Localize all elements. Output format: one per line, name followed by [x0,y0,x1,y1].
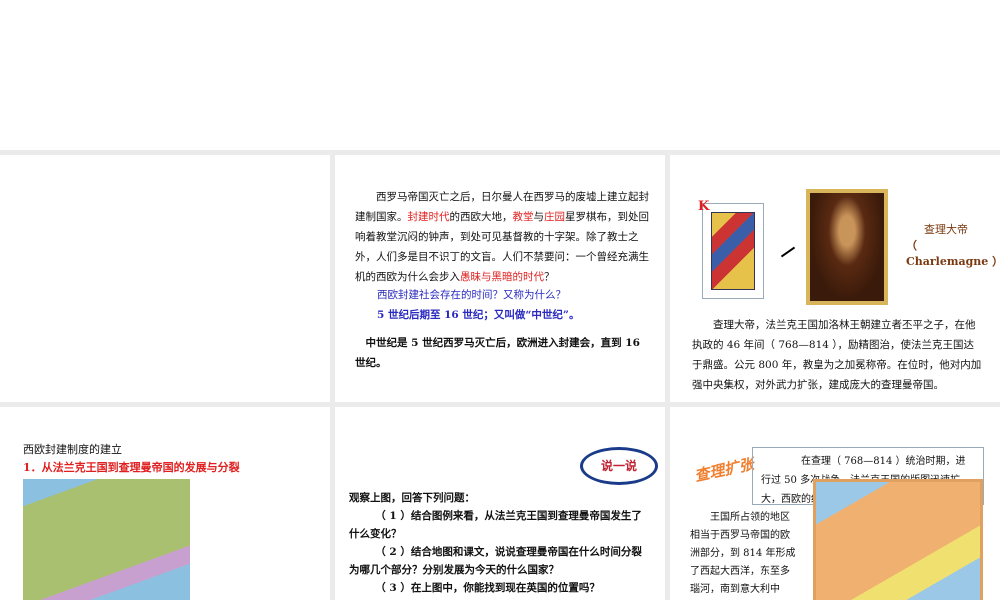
slide-subheading: 1．从法兰克王国到查理曼帝国的发展与分裂 [23,461,240,474]
speech-bubble: 说一说 [580,447,658,485]
question-2: （ 2 ）结合地图和课文，说说查理曼帝国在什么时间分裂为哪几个部分？分别发展为今… [349,546,642,576]
summary-text: 中世纪是 5 世纪西罗马灭亡后，欧洲进入封建会，直到 16 世纪。 [355,337,640,369]
frankish-kingdom-map-image [23,479,190,600]
slide-charlemagne[interactable]: K 查理大帝 （ Charlemagne ） 查理大帝，法兰克王国加洛林王朝建立… [670,155,1000,402]
slide-medieval-intro[interactable]: 西罗马帝国灭亡之后，日尔曼人在西罗马的废墟上建立起封建制国家。封建时代的西欧大地… [335,155,665,402]
answer-text: 5 世纪后期至 16 世纪；又叫做“中世纪”。 [377,309,580,321]
slide-blank[interactable] [0,155,330,402]
charlemagne-name-en: （ Charlemagne ） [906,239,1000,268]
charlemagne-name: 查理大帝 [924,223,968,236]
slide-discussion[interactable]: 说一说 观察上图，回答下列问题： （ 1 ）结合图例来看，从法兰克王国到查理曼帝… [335,407,665,600]
charlemagne-portrait-image [806,189,888,305]
question-text: 西欧封建社会存在的时间？又称为什么？ [377,289,566,301]
slide-heading: 西欧封建制度的建立 [23,443,122,456]
expansion-paragraph: 王国所占领的地区相当于西罗马帝国的欧洲部分，到 814 年形成了西起大西洋，东至… [690,512,796,595]
discussion-intro: 观察上图，回答下列问题： [349,492,475,504]
question-1: （ 1 ）结合图例来看，从法兰克王国到查理曼帝国发生了什么变化？ [349,510,642,540]
question-3: （ 3 ）在上图中，你能找到现在英国的位置吗？ [375,582,600,594]
slide-charlemagne-expansion[interactable]: 查理扩张 在查理（ 768—814 ）统治时期，进行过 50 多次战争，法兰克王… [670,407,1000,600]
blank-header-area [0,0,1000,150]
empire-division-map-image [813,479,983,600]
intro-paragraph: 西罗马帝国灭亡之后，日尔曼人在西罗马的废墟上建立起封建制国家。封建时代的西欧大地… [355,191,649,283]
arrow-icon [780,246,796,258]
slide-feudal-establishment[interactable]: 西欧封建制度的建立 1．从法兰克王国到查理曼帝国的发展与分裂 [0,407,330,600]
king-of-hearts-card-image [702,203,764,299]
card-rank: K [698,199,710,214]
expansion-stamp-title: 查理扩张 [692,454,756,486]
charlemagne-paragraph: 查理大帝，法兰克王国加洛林王朝建立者丕平之子，在他执政的 46 年间（ 768—… [692,319,982,391]
